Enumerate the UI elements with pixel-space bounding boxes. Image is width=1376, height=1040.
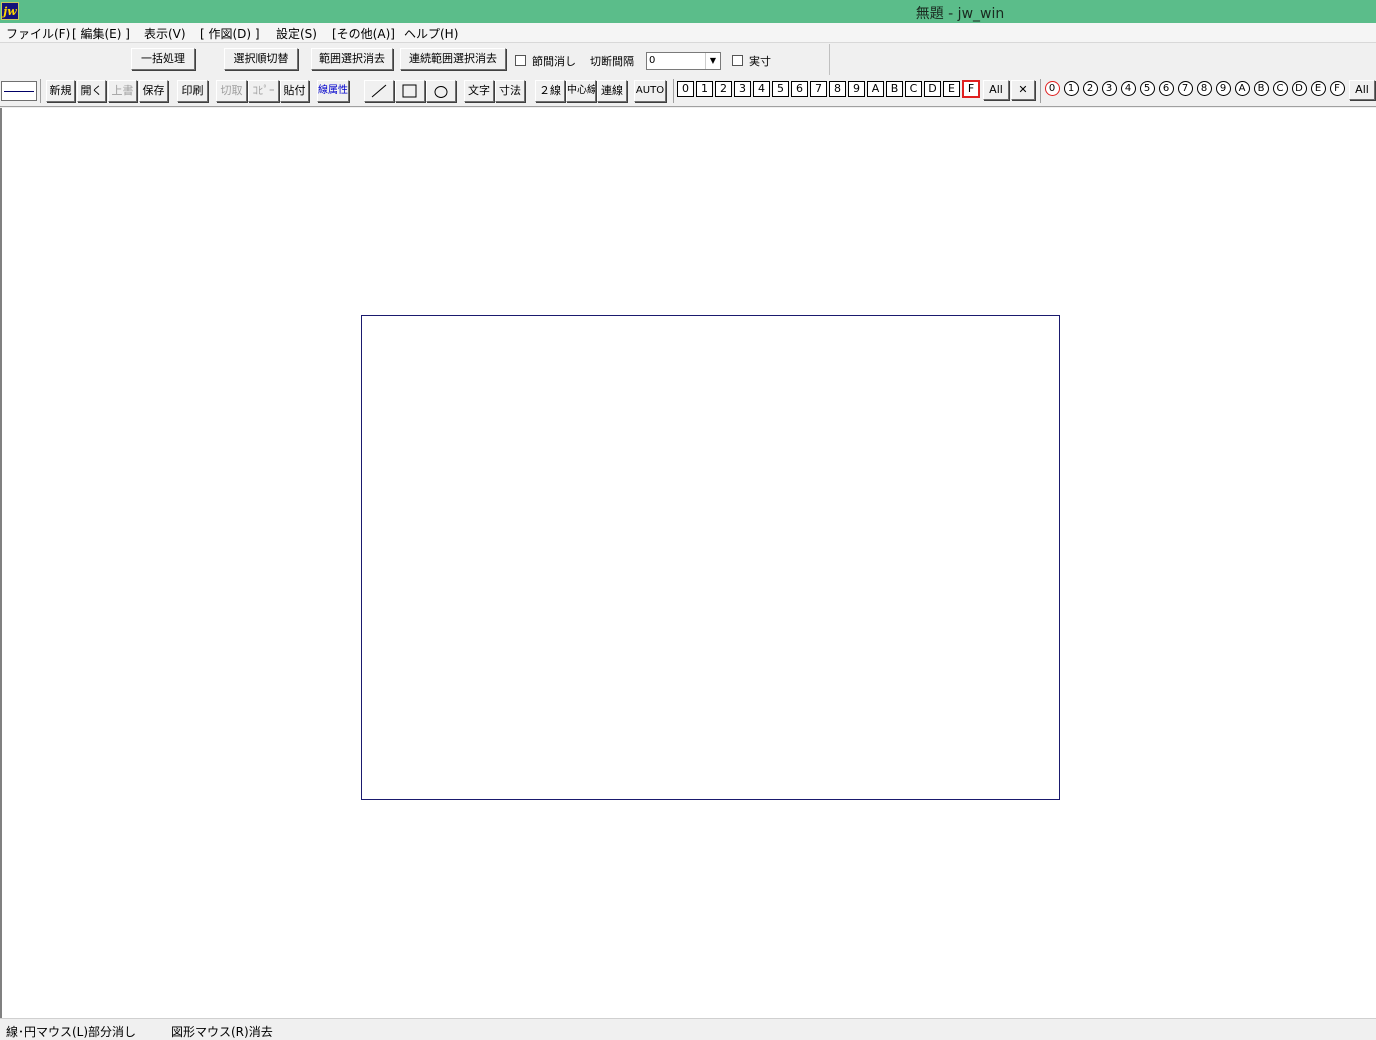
rectangle-icon bbox=[402, 84, 417, 98]
menu-settings[interactable]: 設定(S) bbox=[276, 25, 317, 42]
text-tool-button[interactable]: 文字 bbox=[464, 80, 494, 102]
open-file-button[interactable]: 開く bbox=[77, 80, 106, 102]
actual-size-checkbox[interactable] bbox=[732, 55, 743, 66]
select-order-toggle-button[interactable]: 選択順切替 bbox=[224, 48, 298, 70]
gap-delete-label: 節間消し bbox=[532, 55, 576, 68]
layer-list-close-button[interactable]: ✕ bbox=[1011, 80, 1035, 100]
layer-9-button[interactable]: 9 bbox=[848, 81, 865, 97]
layer-group-b-button[interactable]: B bbox=[1252, 80, 1270, 98]
main-toolbar: 新規 開く 上書 保存 印刷 切取 ｺﾋﾟｰ 貼付 線属性 文字 寸法 ２線 中… bbox=[0, 76, 1376, 107]
cut-interval-select[interactable]: 0 ▼ bbox=[646, 52, 721, 70]
status-right-mouse-hint: 図形マウス(R)消去 bbox=[171, 1025, 273, 1039]
circle-tool-button[interactable] bbox=[426, 80, 456, 102]
paper-frame bbox=[361, 315, 1060, 800]
gap-delete-checkbox[interactable] bbox=[515, 55, 526, 66]
layer-7-button[interactable]: 7 bbox=[810, 81, 827, 97]
layer-d-button[interactable]: D bbox=[924, 81, 941, 97]
layer-group-c-button[interactable]: C bbox=[1271, 80, 1289, 98]
layer-4-button[interactable]: 4 bbox=[753, 81, 770, 97]
title-bar[interactable]: jw 無題 - jw_win bbox=[0, 0, 1376, 23]
layer-group-4-button[interactable]: 4 bbox=[1119, 80, 1137, 98]
jw-app-icon[interactable]: jw bbox=[1, 2, 19, 20]
line-icon bbox=[371, 84, 387, 98]
layer-group-8-button[interactable]: 8 bbox=[1195, 80, 1213, 98]
menu-file[interactable]: ファイル(F) bbox=[6, 25, 70, 42]
layer-group-0-button[interactable]: 0 bbox=[1043, 80, 1061, 98]
paste-button[interactable]: 貼付 bbox=[280, 80, 309, 102]
layer-a-button[interactable]: A bbox=[867, 81, 884, 97]
line-tool-button[interactable] bbox=[364, 80, 394, 102]
menu-bar: ファイル(F) [ 編集(E) ] 表示(V) [ 作図(D) ] 設定(S) … bbox=[0, 23, 1376, 43]
layer-group-5-button[interactable]: 5 bbox=[1138, 80, 1156, 98]
layer-f-button-active[interactable]: F bbox=[962, 80, 980, 98]
layer-2-button[interactable]: 2 bbox=[715, 81, 732, 97]
copy-button[interactable]: ｺﾋﾟｰ bbox=[248, 80, 279, 102]
layer-3-button[interactable]: 3 bbox=[734, 81, 751, 97]
status-left-mouse-hint: 線･円マウス(L)部分消し bbox=[6, 1025, 137, 1039]
window-title: 無題 - jw_win bbox=[915, 6, 1005, 22]
layer-group-all-button[interactable]: All bbox=[1349, 80, 1375, 100]
layer-c-button[interactable]: C bbox=[905, 81, 922, 97]
layer-group-2-button[interactable]: 2 bbox=[1081, 80, 1099, 98]
batch-process-button[interactable]: 一括処理 bbox=[131, 48, 195, 70]
layer-group-a-button[interactable]: A bbox=[1233, 80, 1251, 98]
menu-other[interactable]: [その他(A)] bbox=[332, 25, 395, 42]
layer-0-button[interactable]: 0 bbox=[677, 81, 694, 97]
chevron-down-icon[interactable]: ▼ bbox=[705, 53, 720, 69]
continuous-range-delete-button[interactable]: 連続範囲選択消去 bbox=[400, 48, 506, 70]
menu-draw[interactable]: [ 作図(D) ] bbox=[200, 25, 260, 42]
cut-interval-value: 0 bbox=[649, 55, 656, 66]
center-line-tool-button[interactable]: 中心線 bbox=[566, 80, 596, 102]
menu-view[interactable]: 表示(V) bbox=[144, 25, 186, 42]
new-file-button[interactable]: 新規 bbox=[46, 80, 75, 102]
continuous-line-tool-button[interactable]: 連線 bbox=[597, 80, 627, 102]
toolbar-separator bbox=[1040, 79, 1041, 103]
layer-6-button[interactable]: 6 bbox=[791, 81, 808, 97]
layer-group-e-button[interactable]: E bbox=[1309, 80, 1327, 98]
layer-group-1-button[interactable]: 1 bbox=[1062, 80, 1080, 98]
toolbar-separator bbox=[673, 79, 674, 103]
layer-all-button[interactable]: All bbox=[983, 80, 1009, 100]
layer-group-6-button[interactable]: 6 bbox=[1157, 80, 1175, 98]
layer-e-button[interactable]: E bbox=[943, 81, 960, 97]
layer-group-9-button[interactable]: 9 bbox=[1214, 80, 1232, 98]
range-select-delete-button[interactable]: 範囲選択消去 bbox=[311, 48, 393, 70]
save-button[interactable]: 保存 bbox=[139, 80, 168, 102]
menu-edit[interactable]: [ 編集(E) ] bbox=[72, 25, 130, 42]
drawing-canvas[interactable] bbox=[0, 108, 1376, 1018]
layer-group-3-button[interactable]: 3 bbox=[1100, 80, 1118, 98]
rectangle-tool-button[interactable] bbox=[395, 80, 425, 102]
layer-8-button[interactable]: 8 bbox=[829, 81, 846, 97]
layer-1-button[interactable]: 1 bbox=[696, 81, 713, 97]
layer-5-button[interactable]: 5 bbox=[772, 81, 789, 97]
layer-group-f-button[interactable]: F bbox=[1328, 80, 1346, 98]
line-type-preview[interactable] bbox=[1, 81, 37, 101]
actual-size-label: 実寸 bbox=[749, 55, 771, 68]
overwrite-button[interactable]: 上書 bbox=[108, 80, 137, 102]
line-attribute-button[interactable]: 線属性 bbox=[317, 80, 349, 102]
auto-mode-button[interactable]: AUTO bbox=[634, 80, 666, 102]
layer-group-7-button[interactable]: 7 bbox=[1176, 80, 1194, 98]
toolbar-separator bbox=[40, 79, 41, 103]
cut-button[interactable]: 切取 bbox=[216, 80, 247, 102]
circle-icon bbox=[434, 86, 448, 98]
print-button[interactable]: 印刷 bbox=[177, 80, 208, 102]
double-line-tool-button[interactable]: ２線 bbox=[535, 80, 565, 102]
layer-b-button[interactable]: B bbox=[886, 81, 903, 97]
erase-options-toolbar: 一括処理 選択順切替 範囲選択消去 連続範囲選択消去 節間消し 切断間隔 0 ▼… bbox=[0, 44, 830, 75]
dimension-tool-button[interactable]: 寸法 bbox=[495, 80, 525, 102]
status-bar: 線･円マウス(L)部分消し 図形マウス(R)消去 bbox=[0, 1018, 1376, 1040]
layer-group-d-button[interactable]: D bbox=[1290, 80, 1308, 98]
menu-help[interactable]: ヘルプ(H) bbox=[404, 25, 458, 42]
cut-interval-label: 切断間隔 bbox=[590, 55, 634, 68]
